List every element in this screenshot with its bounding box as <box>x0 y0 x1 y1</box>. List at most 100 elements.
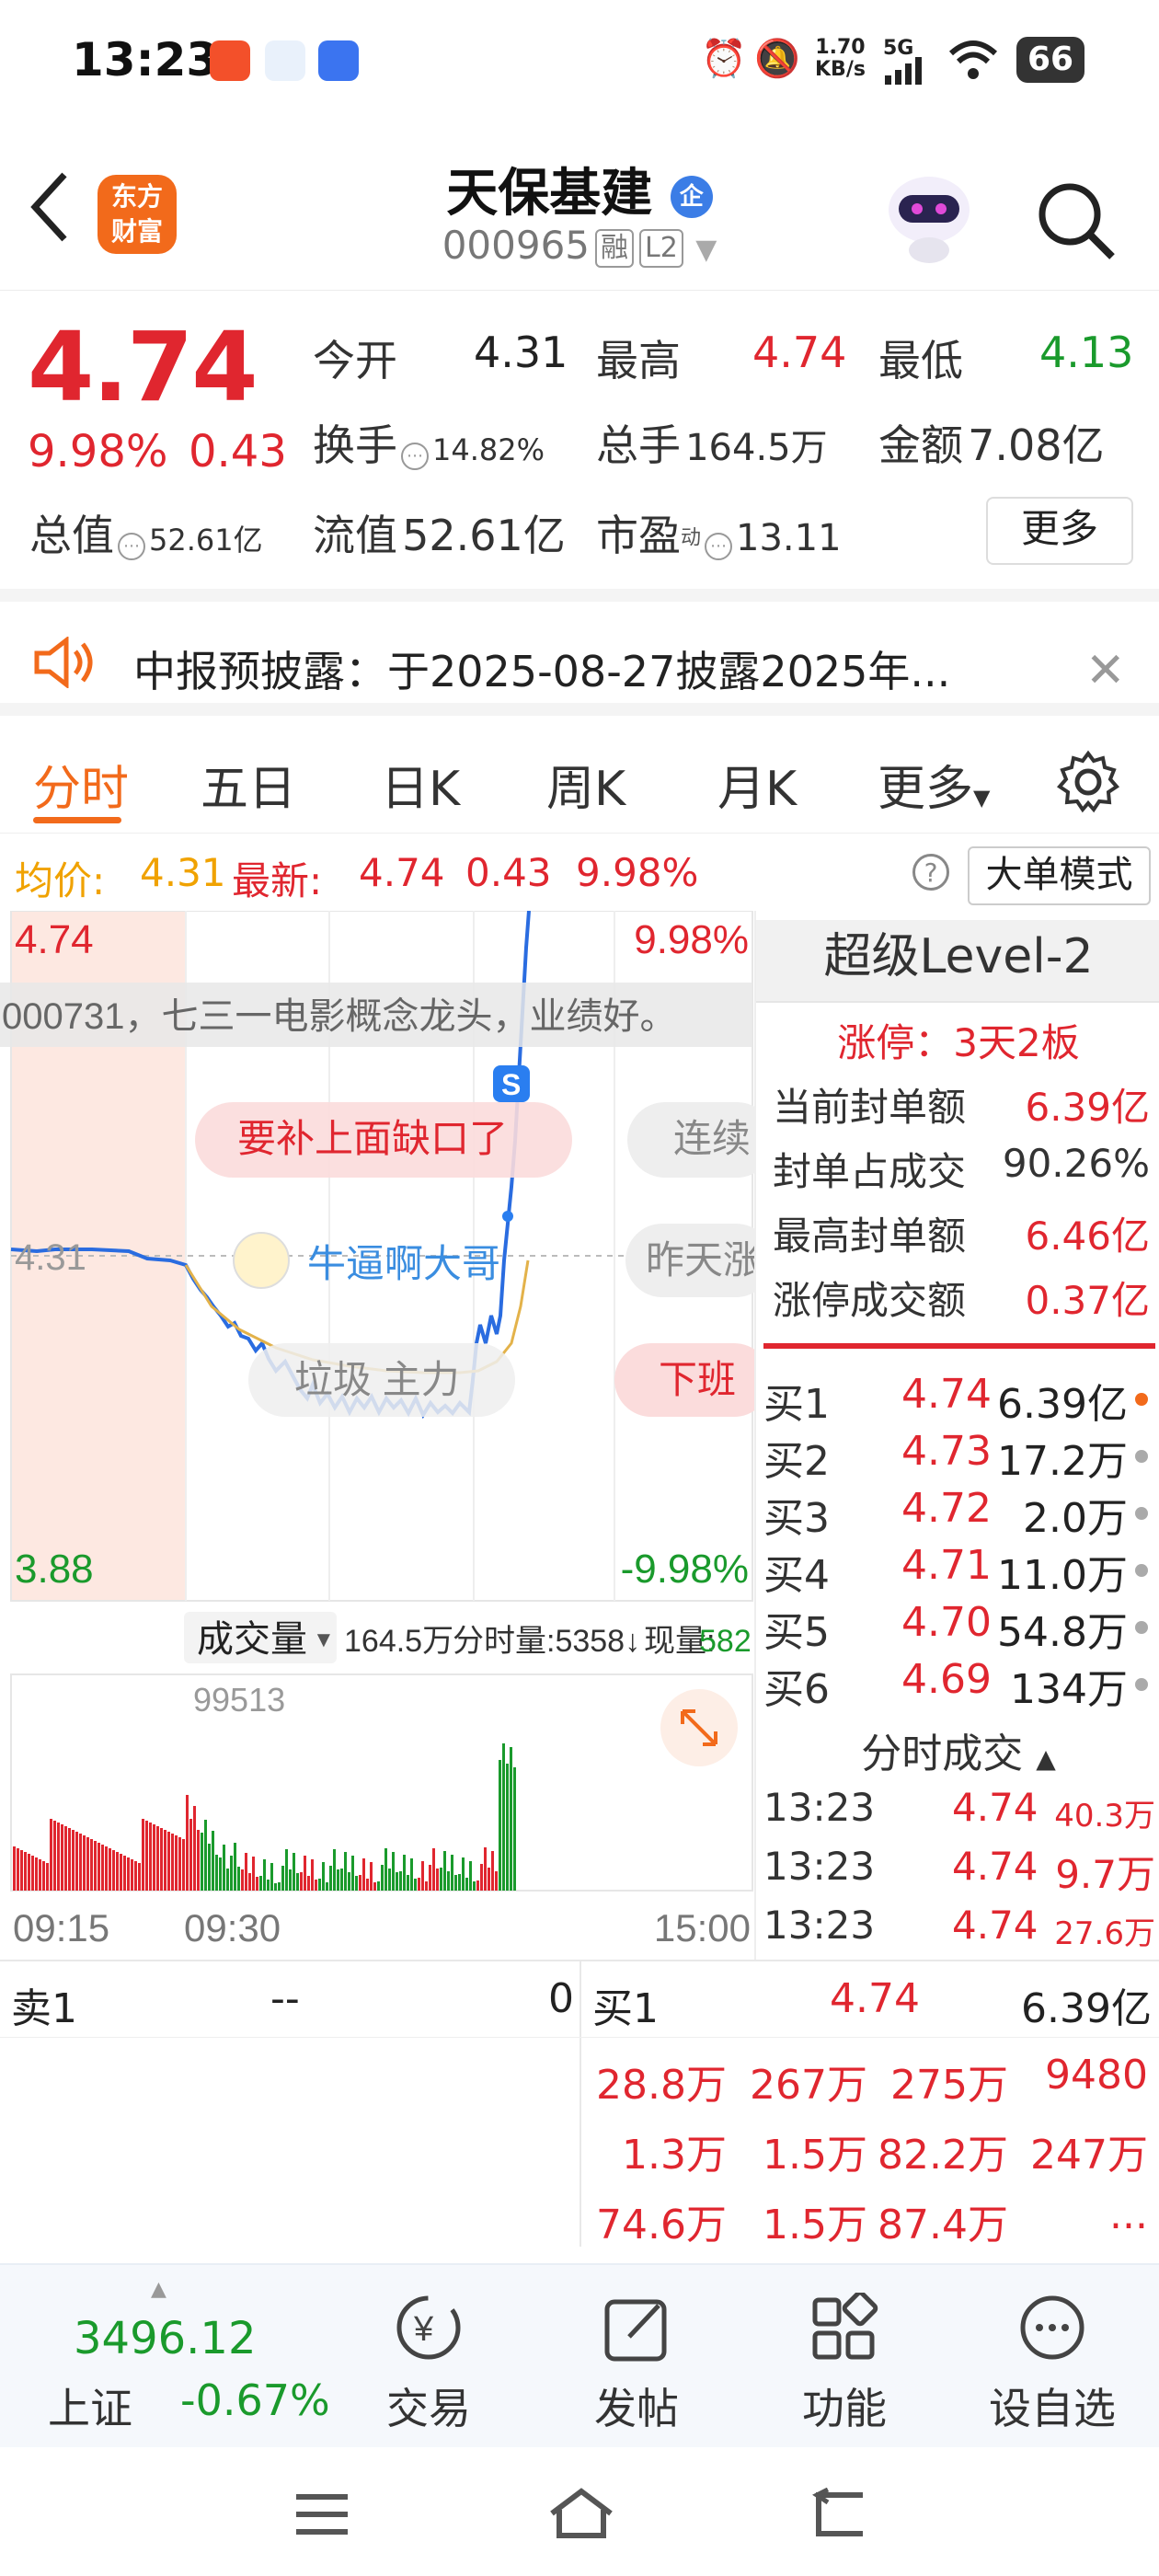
volume-bar <box>53 1821 56 1891</box>
limit-up-status: 涨停：3天2板 <box>837 1020 1080 1065</box>
volume-bar <box>120 1854 122 1891</box>
announcement-bar[interactable]: 中报预披露：于2025-08-27披露2025年... ✕ <box>0 589 1159 716</box>
volume-bar <box>35 1857 38 1891</box>
margin-tag: 融 <box>595 228 635 268</box>
l2-label: 最高封单额 <box>773 1213 967 1259</box>
volume-bar <box>373 1882 376 1891</box>
volume-bar <box>396 1872 398 1891</box>
more-button[interactable]: 更多 <box>986 497 1133 565</box>
tick-row: 13:23 4.74 27.6万 <box>763 1903 1155 1961</box>
bid-row[interactable]: 买5 4.70 54.8万 <box>763 1599 1155 1656</box>
float-value: 52.61亿 <box>402 511 566 560</box>
volume-bar <box>223 1845 225 1891</box>
intraday-chart[interactable]: 000731，七三一电影概念龙头，业绩好。 要补上面缺口了 连续 牛逼啊大哥 昨… <box>0 911 754 1960</box>
tab-intraday[interactable]: 分时 <box>33 750 129 819</box>
nav-trade[interactable]: ¥ 交易 <box>355 2293 502 2436</box>
volume-bar <box>72 1830 75 1891</box>
map-app-icon <box>265 40 305 81</box>
bid-row[interactable]: 买3 4.72 2.0万 <box>763 1485 1155 1542</box>
nav-add-watchlist[interactable]: 设自选 <box>979 2293 1126 2436</box>
bid-row[interactable]: 买6 4.69 134万 <box>763 1656 1155 1713</box>
volume-bar <box>138 1863 141 1891</box>
volume-bar <box>164 1830 166 1891</box>
tab-more[interactable]: 更多▼ <box>878 750 990 819</box>
index-value[interactable]: 3496.12 <box>74 2313 257 2364</box>
volume-bar <box>160 1828 163 1891</box>
volume-bar <box>57 1823 60 1891</box>
nav-post[interactable]: 发帖 <box>563 2293 710 2436</box>
close-icon[interactable]: ✕ <box>1085 643 1126 698</box>
info-circle-icon[interactable]: ⋯ <box>705 532 733 560</box>
settings-gear-icon[interactable] <box>1056 750 1120 814</box>
volume-bar <box>510 1747 512 1891</box>
latest-label: 最新: <box>232 858 323 903</box>
volume-bar <box>399 1871 402 1891</box>
bid-price: 4.69 <box>901 1656 992 1703</box>
dropdown-caret-icon[interactable]: ▼ <box>695 234 717 266</box>
amount-label: 金额 <box>878 420 963 470</box>
bid-dot <box>1135 1393 1148 1406</box>
queue-cell: 275万 <box>890 2062 1008 2109</box>
index-change[interactable]: -0.67% <box>180 2375 330 2425</box>
volume-bar <box>259 1876 262 1891</box>
back-icon[interactable] <box>808 2488 870 2541</box>
ticks-title[interactable]: 分时成交 ▲ <box>756 1720 1159 1779</box>
volume-bar <box>274 1883 277 1891</box>
volume-bar <box>98 1843 100 1891</box>
caret-up-icon: ▲ <box>1036 1743 1056 1774</box>
index-name[interactable]: 上证 <box>48 2375 132 2436</box>
volume-bar <box>17 1848 19 1891</box>
home-icon[interactable] <box>546 2486 616 2541</box>
menu-icon[interactable] <box>293 2491 351 2537</box>
stock-header: 东方 财富 天保基建 企 000965 融 L2 ▼ <box>0 138 1159 291</box>
help-icon[interactable]: ? <box>912 854 949 891</box>
low-label: 最低 <box>878 336 963 385</box>
browser-app-icon <box>318 40 359 81</box>
search-icon[interactable] <box>1035 179 1118 262</box>
volume-bar <box>149 1823 152 1891</box>
volume-bar <box>311 1859 314 1891</box>
ai-assistant-icon[interactable] <box>878 166 980 267</box>
info-circle-icon[interactable]: ⋯ <box>401 442 429 470</box>
volume-bar <box>75 1832 78 1891</box>
expand-up-icon[interactable]: ▲ <box>151 2278 166 2301</box>
volume-bar <box>204 1820 207 1891</box>
volume-bar <box>436 1869 439 1891</box>
bid-volume: 17.2万 <box>997 1438 1128 1485</box>
bid-row[interactable]: 买1 4.74 6.39亿 <box>763 1371 1155 1428</box>
volume-bar <box>237 1867 240 1891</box>
nav-functions-label: 功能 <box>802 2384 887 2433</box>
bid-row[interactable]: 买2 4.73 17.2万 <box>763 1428 1155 1485</box>
volume-bar <box>134 1861 137 1891</box>
big-order-mode-button[interactable]: 大单模式 <box>968 846 1151 905</box>
order-queue: 卖1 -- 0 买1 4.74 6.39亿 28.8万 267万 275万 94… <box>0 1960 1159 2248</box>
change-percent: 9.98% <box>28 426 168 477</box>
trade-icon: ¥ <box>396 2295 461 2360</box>
tick-time: 13:23 <box>763 1844 876 1889</box>
mute-icon: 🔕 <box>754 38 800 80</box>
l2-value: 6.39亿 <box>1025 1085 1150 1130</box>
info-circle-icon[interactable]: ⋯ <box>118 532 145 560</box>
chart-tabs: 分时 五日 日K 周K 月K 更多▼ <box>0 722 1159 834</box>
svg-text:¥: ¥ <box>413 2310 434 2349</box>
volume-bar <box>234 1843 236 1891</box>
tick-price: 4.74 <box>952 1785 1039 1830</box>
l2-value: 90.26% <box>1002 1141 1150 1186</box>
tab-five-day[interactable]: 五日 <box>201 750 296 819</box>
volume-max-label: 99513 <box>193 1681 285 1719</box>
volume-bar <box>46 1863 49 1891</box>
volume-label: 成交量 <box>197 1619 307 1660</box>
volume-bar <box>366 1879 369 1891</box>
bid-row[interactable]: 买4 4.71 11.0万 <box>763 1542 1155 1599</box>
volume-bar <box>171 1834 174 1891</box>
tab-daily-k[interactable]: 日K <box>381 750 460 819</box>
bid1-volume: 6.39亿 <box>1021 1985 1152 2032</box>
level2-title[interactable]: 超级Level-2 <box>756 920 1159 1003</box>
volume-bar <box>469 1861 472 1891</box>
volume-bar <box>101 1845 104 1891</box>
active-tab-indicator <box>33 817 121 823</box>
tab-monthly-k[interactable]: 月K <box>717 750 797 819</box>
tab-weekly-k[interactable]: 周K <box>546 750 625 819</box>
nav-functions[interactable]: 功能 <box>771 2290 918 2436</box>
l2-label: 涨停成交额 <box>773 1278 967 1323</box>
